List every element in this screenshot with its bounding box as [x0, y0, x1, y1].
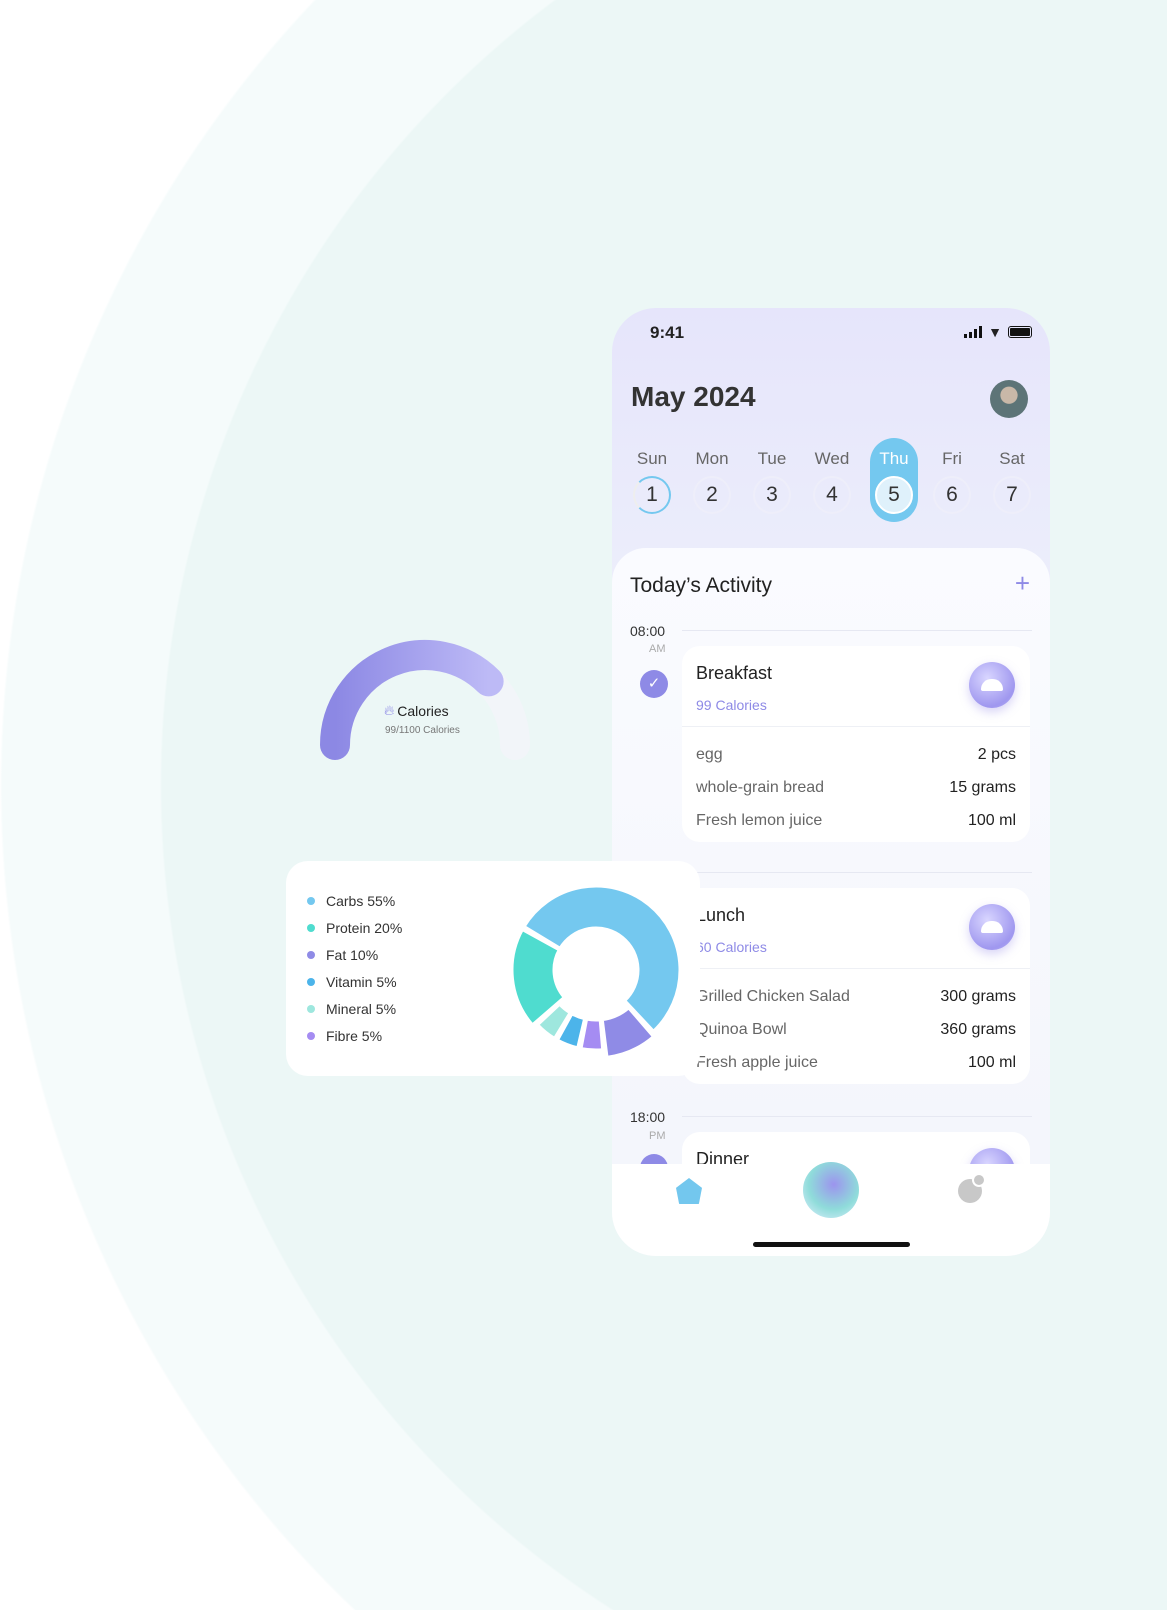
day-fri[interactable]: Fri 6	[930, 448, 974, 514]
calories-label: Calories	[397, 702, 449, 719]
day-thu[interactable]: Thu 5	[870, 438, 918, 522]
status-icons: ▼	[964, 324, 1032, 340]
food-item: Fresh lemon juice 100 ml	[696, 811, 1016, 829]
food-item: Fresh apple juice 100 ml	[696, 1053, 1016, 1071]
meal-name: Lunch	[696, 905, 746, 925]
day-sun[interactable]: Sun 1	[630, 448, 674, 514]
bottom-nav	[612, 1162, 1050, 1256]
meal-calories: 60 Calories	[696, 939, 767, 955]
activity-title: Today’s Activity	[630, 574, 773, 597]
food-item: egg 2 pcs	[696, 745, 1016, 763]
cloche-icon	[969, 662, 1015, 708]
signal-icon	[964, 326, 983, 338]
meal-card[interactable]: Breakfast 99 Calories egg 2 pcs whole-grai…	[682, 646, 1030, 842]
phone-screen: 9:41 ▼ May 2024 Sun 1 Mon 2 Tue 3 Wed 4 …	[612, 308, 1050, 1256]
day-sat[interactable]: Sat 7	[990, 448, 1034, 514]
day-mon[interactable]: Mon 2	[690, 448, 734, 514]
legend-swatch	[307, 1004, 315, 1013]
legend-swatch	[307, 923, 315, 932]
meal-calories: 99 Calories	[696, 697, 767, 713]
day-wed[interactable]: Wed 4	[810, 448, 854, 514]
wifi-icon: ▼	[988, 324, 1002, 340]
meal-done-checkbox[interactable]: ✓	[640, 670, 668, 698]
food-item: Quinoa Bowl 360 grams	[696, 1020, 1016, 1038]
home-icon[interactable]	[676, 1178, 702, 1204]
legend-item: Fat 10%	[307, 941, 402, 968]
meal-name: Breakfast	[696, 663, 773, 683]
add-activity-button[interactable]: +	[1015, 568, 1030, 599]
food-item: Grilled Chicken Salad 300 grams	[696, 987, 1016, 1005]
calories-gauge	[320, 640, 530, 760]
legend-swatch	[307, 977, 315, 986]
flame-icon: 🔥︎	[384, 702, 395, 718]
meal-card[interactable]: Lunch 60 Calories Grilled Chicken Salad 3…	[682, 888, 1030, 1084]
nutrition-donut-chart	[510, 884, 682, 1059]
legend-swatch	[307, 1031, 315, 1040]
assistant-orb-button[interactable]	[803, 1162, 859, 1218]
legend-item: Mineral 5%	[307, 995, 402, 1022]
meal-time: 18:00	[630, 1109, 666, 1125]
meal-time: 08:00	[630, 623, 666, 639]
page-title: May 2024	[631, 381, 756, 412]
calories-value: 99/1100 Calories	[385, 725, 460, 736]
meal-period: PM	[649, 1130, 666, 1142]
home-indicator	[753, 1242, 910, 1247]
legend-swatch	[307, 950, 315, 959]
day-tue[interactable]: Tue 3	[750, 448, 794, 514]
avatar[interactable]	[990, 380, 1028, 418]
legend-item: Fibre 5%	[307, 1022, 402, 1049]
legend-swatch	[307, 896, 315, 905]
legend-item: Protein 20%	[307, 914, 402, 941]
battery-icon	[1008, 326, 1032, 338]
legend-item: Vitamin 5%	[307, 968, 402, 995]
cloche-icon	[969, 904, 1015, 950]
food-item: whole-grain bread 15 grams	[696, 778, 1016, 796]
status-time: 9:41	[650, 323, 685, 342]
legend-item: Carbs 55%	[307, 887, 402, 914]
meal-period: AM	[649, 643, 666, 655]
